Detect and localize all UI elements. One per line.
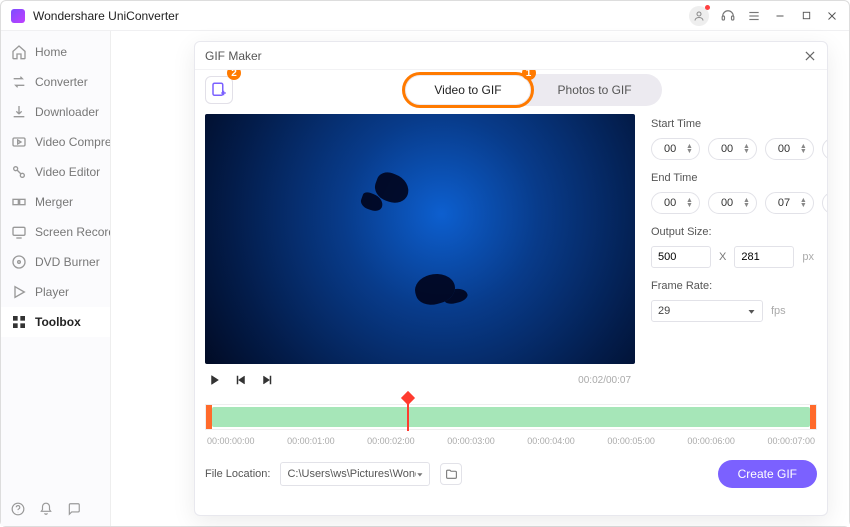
end-sec-stepper[interactable]: ▲▼ [765, 192, 814, 214]
maximize-button[interactable] [799, 9, 813, 23]
menu-icon[interactable] [747, 9, 761, 23]
annotation-badge: 2 [227, 70, 241, 80]
annotation-badge: 1 [522, 70, 536, 80]
start-min-stepper[interactable]: ▲▼ [708, 138, 757, 160]
open-folder-button[interactable] [440, 463, 462, 485]
frame-rate-label: Frame Rate: [651, 280, 827, 292]
sidebar-item-label: Video Compressor [35, 135, 110, 149]
sidebar-item-recorder[interactable]: Screen Recorder [1, 217, 110, 247]
sidebar-item-label: Merger [35, 195, 73, 209]
timeline-track[interactable] [205, 404, 817, 430]
output-height-input[interactable] [734, 246, 794, 268]
ruler-tick: 00:00:00:00 [207, 436, 255, 446]
ruler-tick: 00:00:01:00 [287, 436, 335, 446]
settings-panel: Start Time ▲▼ ▲▼ ▲▼ ▲▼ End Time ▲▼ ▲▼ ▲▼ [651, 114, 827, 394]
file-location-select[interactable]: C:\Users\ws\Pictures\Wonders [280, 462, 430, 486]
prev-frame-icon[interactable] [235, 374, 247, 386]
tab-label: Photos to GIF [558, 83, 632, 97]
dialog-title: GIF Maker [205, 49, 803, 63]
start-ms-stepper[interactable]: ▲▼ [822, 138, 827, 160]
bell-icon[interactable] [39, 502, 53, 516]
time-readout: 00:02/00:07 [578, 375, 631, 386]
minimize-button[interactable] [773, 9, 787, 23]
app-logo-icon [11, 9, 25, 23]
sidebar-item-label: Downloader [35, 105, 99, 119]
gif-maker-dialog: GIF Maker 2 Vide [194, 41, 828, 516]
start-sec-stepper[interactable]: ▲▼ [765, 138, 814, 160]
ruler-tick: 00:00:07:00 [767, 436, 815, 446]
titlebar: Wondershare UniConverter [1, 1, 849, 31]
tab-video-to-gif[interactable]: Video to GIF 1 [406, 76, 529, 104]
sidebar-item-label: Home [35, 45, 67, 59]
end-min-input[interactable] [719, 196, 741, 210]
sidebar-item-merger[interactable]: Merger [1, 187, 110, 217]
sidebar-item-toolbox[interactable]: Toolbox [1, 307, 110, 337]
sidebar-item-label: DVD Burner [35, 255, 100, 269]
playhead[interactable] [407, 397, 409, 431]
sidebar-item-label: Screen Recorder [35, 225, 110, 239]
end-ms-stepper[interactable]: ▲▼ [822, 192, 827, 214]
tab-label: Video to GIF [434, 83, 501, 97]
sidebar-item-player[interactable]: Player [1, 277, 110, 307]
file-location-label: File Location: [205, 468, 270, 480]
start-min-input[interactable] [719, 142, 741, 156]
help-icon[interactable] [11, 502, 25, 516]
frame-rate-unit: fps [771, 305, 786, 317]
output-unit: px [802, 251, 814, 263]
support-icon[interactable] [721, 9, 735, 23]
ruler-tick: 00:00:04:00 [527, 436, 575, 446]
start-time-label: Start Time [651, 118, 827, 130]
close-icon[interactable] [803, 49, 817, 63]
sidebar-item-dvd[interactable]: DVD Burner [1, 247, 110, 277]
ruler-tick: 00:00:02:00 [367, 436, 415, 446]
sidebar-item-editor[interactable]: Video Editor [1, 157, 110, 187]
sidebar-item-label: Converter [35, 75, 88, 89]
range-handle-right[interactable] [810, 405, 816, 429]
frame-rate-value: 29 [658, 305, 670, 317]
frame-rate-select[interactable]: 29 [651, 300, 763, 322]
player-controls: 00:02/00:07 [205, 366, 635, 394]
end-hour-stepper[interactable]: ▲▼ [651, 192, 700, 214]
selection-range[interactable] [212, 407, 810, 427]
add-file-button[interactable] [205, 76, 233, 104]
x-separator: X [719, 251, 726, 263]
start-hour-stepper[interactable]: ▲▼ [651, 138, 700, 160]
tab-photos-to-gif[interactable]: Photos to GIF [530, 76, 660, 104]
sidebar: Home Converter Downloader Video Compress… [1, 31, 111, 526]
end-min-stepper[interactable]: ▲▼ [708, 192, 757, 214]
sidebar-item-home[interactable]: Home [1, 37, 110, 67]
sidebar-item-label: Video Editor [35, 165, 100, 179]
sidebar-item-label: Toolbox [35, 315, 81, 329]
sidebar-item-converter[interactable]: Converter [1, 67, 110, 97]
file-location-value: C:\Users\ws\Pictures\Wonders [287, 468, 415, 480]
sidebar-item-downloader[interactable]: Downloader [1, 97, 110, 127]
end-hour-input[interactable] [662, 196, 684, 210]
start-sec-input[interactable] [776, 142, 798, 156]
next-frame-icon[interactable] [261, 374, 273, 386]
start-hour-input[interactable] [662, 142, 684, 156]
account-icon[interactable] [689, 6, 709, 26]
timeline: 00:00:00:00 00:00:01:00 00:00:02:00 00:0… [205, 404, 817, 446]
video-preview[interactable] [205, 114, 635, 364]
end-sec-input[interactable] [776, 196, 798, 210]
create-gif-button[interactable]: Create GIF [718, 460, 817, 488]
ruler: 00:00:00:00 00:00:01:00 00:00:02:00 00:0… [205, 436, 817, 446]
sidebar-item-label: Player [35, 285, 69, 299]
output-width-input[interactable] [651, 246, 711, 268]
ruler-tick: 00:00:03:00 [447, 436, 495, 446]
close-button[interactable] [825, 9, 839, 23]
end-time-label: End Time [651, 172, 827, 184]
content-area: tor data etadata CD. GIF Maker 2 [111, 31, 849, 526]
sidebar-item-compressor[interactable]: Video Compressor [1, 127, 110, 157]
ruler-tick: 00:00:05:00 [607, 436, 655, 446]
app-title: Wondershare UniConverter [33, 9, 689, 23]
play-icon[interactable] [209, 374, 221, 386]
feedback-icon[interactable] [67, 502, 81, 516]
ruler-tick: 00:00:06:00 [687, 436, 735, 446]
range-handle-left[interactable] [206, 405, 212, 429]
output-size-label: Output Size: [651, 226, 827, 238]
mode-tabs: Video to GIF 1 Photos to GIF [404, 74, 661, 106]
